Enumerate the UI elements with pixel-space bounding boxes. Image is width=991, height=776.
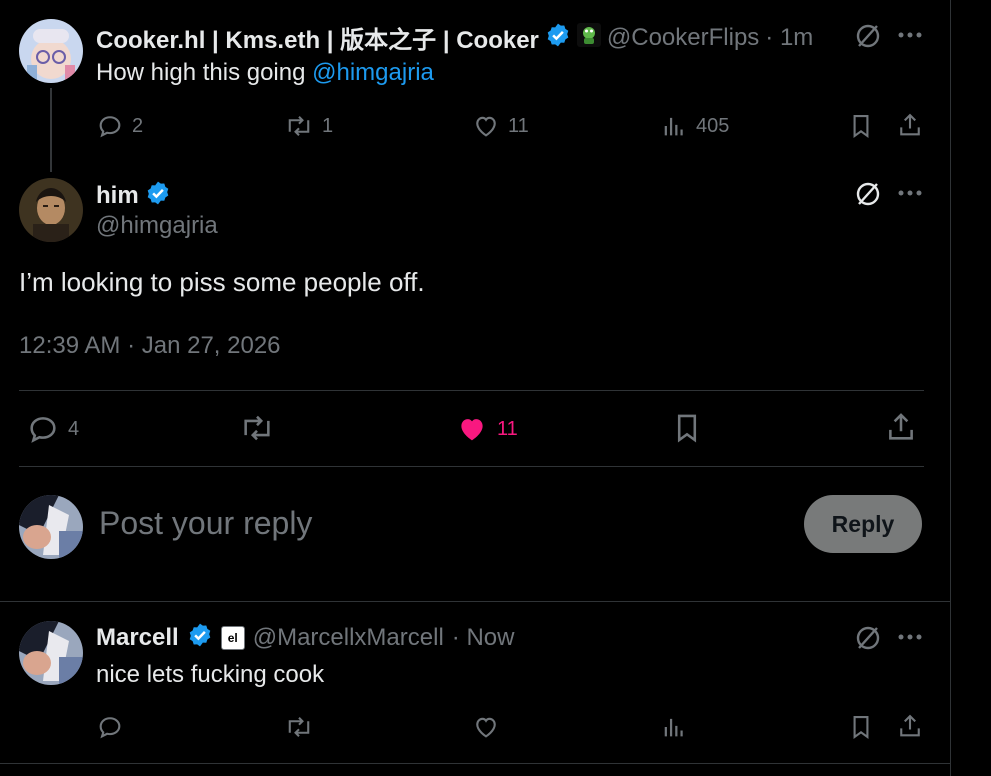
affiliate-badge-label: el <box>227 630 238 645</box>
views-icon[interactable] <box>660 713 688 741</box>
more-icon[interactable] <box>897 30 923 40</box>
parent-like-count: 11 <box>508 114 529 137</box>
bookmark-icon[interactable] <box>670 411 704 445</box>
verified-icon <box>145 180 171 211</box>
views-icon <box>660 112 688 140</box>
more-icon[interactable] <box>897 188 923 198</box>
main-timestamp[interactable]: 12:39 AM · Jan 27, 2026 <box>19 332 281 360</box>
share-icon[interactable] <box>896 111 924 139</box>
parent-repost-count: 1 <box>322 114 334 137</box>
repost-icon[interactable] <box>238 411 276 445</box>
divider <box>0 763 951 764</box>
main-like-count: 11 <box>497 417 518 440</box>
affiliate-badge-icon[interactable]: el <box>220 625 245 650</box>
reply-time[interactable]: · Now <box>452 624 515 652</box>
tweet-column: Cooker.hl | Kms.eth | 版本之子 | Cooker @Coo… <box>0 0 951 776</box>
verified-icon <box>545 22 571 53</box>
main-text: I’m looking to piss some people off. <box>19 267 425 297</box>
parent-text: How high this going @himgajria <box>96 59 434 87</box>
affiliate-badge-icon[interactable] <box>576 23 601 52</box>
reply-icon <box>96 112 124 140</box>
reply-button[interactable]: Reply <box>804 495 922 553</box>
main-reply-action[interactable]: 4 <box>26 412 79 446</box>
main-author: him <box>96 180 171 211</box>
parent-time[interactable]: · 1m <box>765 24 813 52</box>
main-reply-count: 4 <box>68 417 80 440</box>
share-icon[interactable] <box>896 712 924 740</box>
reply-text: nice lets fucking cook <box>96 661 325 688</box>
main-handle[interactable]: @himgajria <box>96 212 218 240</box>
parent-avatar[interactable] <box>19 19 83 83</box>
parent-reply-action[interactable]: 2 <box>96 112 143 140</box>
like-icon <box>472 112 500 140</box>
parent-handle[interactable]: @CookerFlips <box>607 24 759 52</box>
like-icon[interactable] <box>472 713 500 741</box>
divider <box>19 466 924 467</box>
divider <box>0 601 951 602</box>
reply-display-name[interactable]: Marcell <box>96 624 179 652</box>
like-icon <box>455 412 489 446</box>
more-icon[interactable] <box>897 632 923 642</box>
main-avatar[interactable] <box>19 178 83 242</box>
parent-reply-count: 2 <box>132 114 144 137</box>
parent-display-name[interactable]: Cooker.hl | Kms.eth | 版本之子 | Cooker <box>96 20 539 55</box>
parent-views-action[interactable]: 405 <box>660 112 729 140</box>
bookmark-icon[interactable] <box>847 112 875 140</box>
main-display-name[interactable]: him <box>96 182 139 210</box>
parent-views-count: 405 <box>696 114 730 137</box>
reply-icon[interactable] <box>96 713 124 741</box>
share-icon[interactable] <box>884 410 918 444</box>
bookmark-icon[interactable] <box>847 713 875 741</box>
composer-avatar <box>19 495 83 559</box>
main-like-action[interactable]: 11 <box>455 412 518 446</box>
parent-like-action[interactable]: 11 <box>472 112 529 140</box>
grok-icon[interactable] <box>854 624 882 652</box>
divider <box>19 390 924 391</box>
repost-icon <box>284 112 314 140</box>
repost-icon[interactable] <box>284 713 314 741</box>
mention-link[interactable]: @himgajria <box>312 59 434 86</box>
reply-input[interactable]: Post your reply <box>99 505 312 542</box>
reply-header: Marcell el @MarcellxMarcell · Now <box>96 622 514 653</box>
thread-connector <box>50 88 52 172</box>
parent-header: Cooker.hl | Kms.eth | 版本之子 | Cooker @Coo… <box>96 20 813 55</box>
grok-icon[interactable] <box>854 22 882 50</box>
reply-avatar[interactable] <box>19 621 83 685</box>
parent-repost-action[interactable]: 1 <box>284 112 333 140</box>
parent-body: How high this going <box>96 59 313 86</box>
reply-handle[interactable]: @MarcellxMarcell <box>253 624 444 652</box>
verified-icon <box>187 622 213 653</box>
reply-icon <box>26 412 60 446</box>
column-border <box>950 0 951 776</box>
grok-icon[interactable] <box>854 180 882 208</box>
